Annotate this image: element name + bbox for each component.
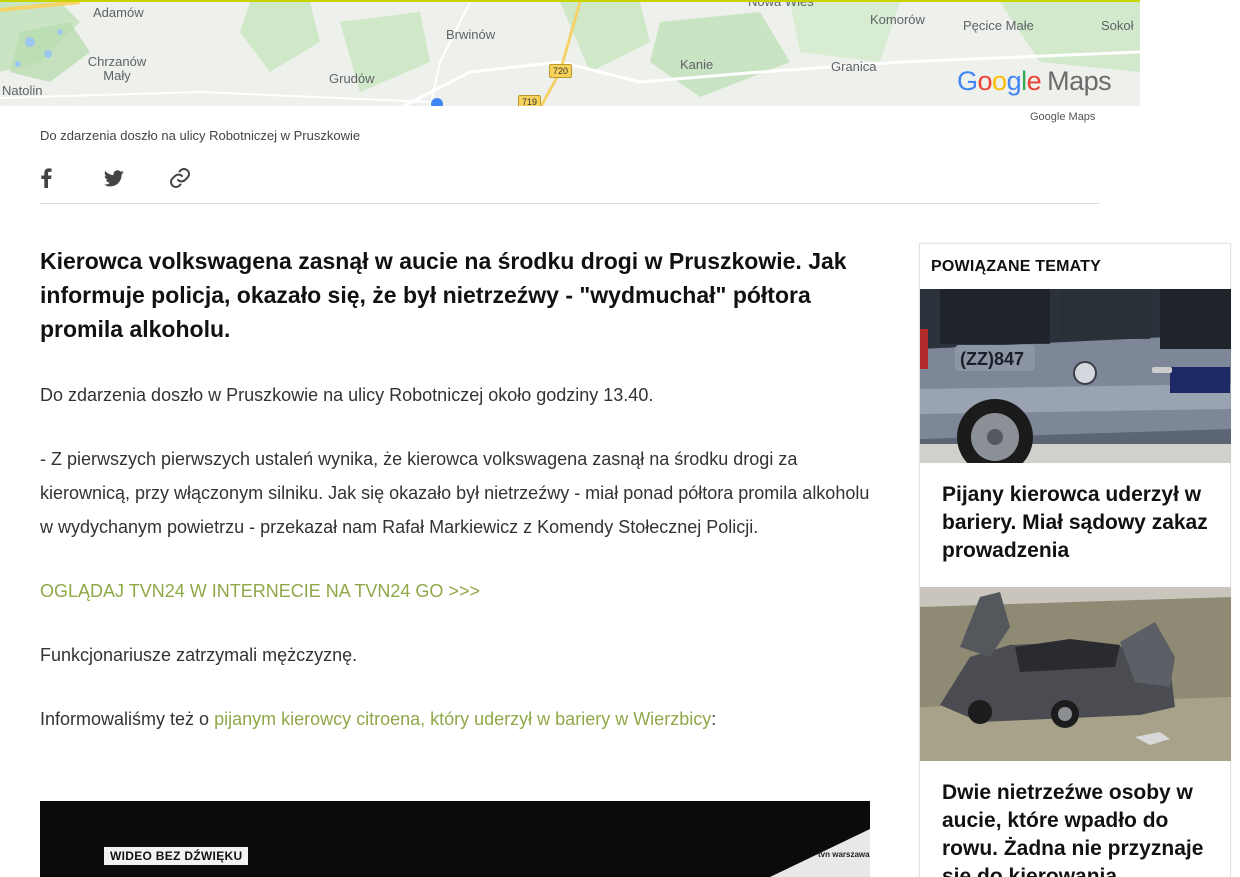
- related-card-image[interactable]: (ZZ)847: [920, 289, 1231, 463]
- map-credit: Google Maps: [1030, 111, 1096, 123]
- svg-text:tvn warszawa: tvn warszawa: [818, 850, 870, 859]
- image-caption: Do zdarzenia doszło na ulicy Robotniczej…: [40, 128, 361, 143]
- map-place-label: Grudów: [329, 71, 375, 86]
- map-place-label: Komorów: [870, 12, 925, 27]
- paragraph-text: Informowaliśmy też o: [40, 709, 215, 729]
- share-bar: [40, 164, 232, 194]
- related-card-title[interactable]: Pijany kierowca uderzył w bariery. Miał …: [920, 463, 1230, 587]
- related-card-title[interactable]: Dwie nietrzeźwe osoby w aucie, które wpa…: [920, 761, 1230, 877]
- article-lead: Kierowca volkswagena zasnął w aucie na ś…: [40, 248, 847, 342]
- article-paragraph: Do zdarzenia doszło w Pruszkowie na ulic…: [40, 385, 654, 405]
- map-place-label: Natolin: [2, 83, 43, 98]
- related-card-image[interactable]: [920, 587, 1231, 761]
- road-number-badge: 720: [549, 64, 573, 78]
- google-maps-logo: Google Maps: [957, 66, 1112, 96]
- map-embed[interactable]: Adamów Chrzanów Mały Natolin Brwinów Gru…: [0, 0, 1140, 106]
- link-icon[interactable]: [168, 164, 232, 192]
- map-place-label: Sokoł: [1101, 18, 1134, 33]
- paragraph-text: :: [711, 709, 717, 729]
- article-body: Kierowca volkswagena zasnął w aucie na ś…: [40, 244, 870, 766]
- road-number-badge: 719: [518, 95, 542, 106]
- map-place-label: Granica: [831, 59, 877, 74]
- map-place-label: Kanie: [680, 57, 714, 72]
- related-topics-title: POWIĄZANE TEMATY: [931, 258, 1102, 275]
- map-place-label: Pęcice Małe: [963, 18, 1034, 33]
- video-player[interactable]: WIDEO BEZ DŹWIĘKU tvn warszawa: [40, 801, 870, 877]
- tvn24-go-promo-link[interactable]: OGLĄDAJ TVN24 W INTERNECIE NA TVN24 GO >…: [40, 581, 480, 601]
- map-place-label: Brwinów: [446, 27, 496, 42]
- twitter-icon[interactable]: [104, 164, 168, 192]
- article-paragraph: Funkcjonariusze zatrzymali mężczyznę.: [40, 645, 358, 665]
- map-place-label: Adamów: [93, 5, 144, 20]
- article-paragraph: Informowaliśmy też o pijanym kierowcy ci…: [40, 702, 870, 736]
- map-place-label: Nowa Wieś: [748, 0, 814, 9]
- facebook-icon[interactable]: [40, 164, 104, 192]
- divider: [40, 203, 1100, 204]
- map-place-label: Chrzanów Mały: [87, 54, 147, 83]
- related-topics-sidebar: POWIĄZANE TEMATY (ZZ)847 Pijany kierowca…: [919, 243, 1231, 877]
- article-paragraph: - Z pierwszych pierwszych ustaleń wynika…: [40, 449, 870, 537]
- tvn-warszawa-logo: tvn warszawa: [770, 829, 870, 877]
- video-no-sound-badge: WIDEO BEZ DŹWIĘKU: [104, 847, 249, 865]
- related-article-link[interactable]: pijanym kierowcy citroena, który uderzył…: [214, 709, 711, 729]
- svg-text:(ZZ)847: (ZZ)847: [960, 349, 1024, 369]
